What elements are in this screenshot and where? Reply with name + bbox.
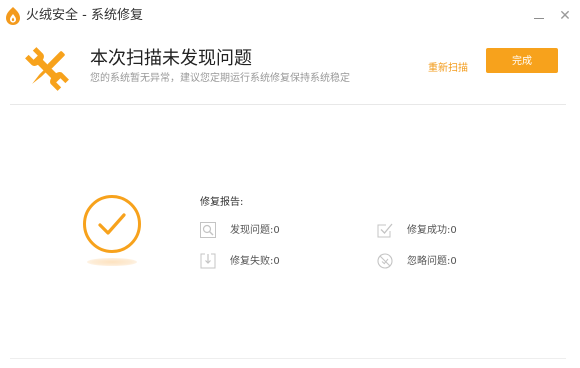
- result-headline: 本次扫描未发现问题: [90, 48, 252, 69]
- scan-result-header: 本次扫描未发现问题 您的系统暂无异常，建议您定期运行系统修复保持系统稳定 重新扫…: [0, 32, 580, 104]
- stat-success-label: 修复成功:0: [407, 225, 457, 236]
- tools-icon: [25, 47, 69, 91]
- download-icon: [200, 253, 216, 269]
- header-divider: [10, 104, 566, 105]
- minimize-icon[interactable]: [529, 6, 549, 26]
- success-icon-shadow: [87, 258, 137, 266]
- checkbox-icon: [377, 223, 393, 238]
- done-button[interactable]: 完成: [486, 48, 558, 73]
- title-bar: 火绒安全 - 系统修复 ✕: [0, 0, 580, 32]
- rescan-link[interactable]: 重新扫描: [428, 62, 468, 76]
- result-subtitle: 您的系统暂无异常，建议您定期运行系统修复保持系统稳定: [90, 73, 350, 84]
- success-check-icon: [83, 195, 141, 253]
- window-title: 火绒安全 - 系统修复: [26, 8, 143, 23]
- stat-ignored-label: 忽略问题:0: [407, 256, 457, 267]
- magnifier-icon: [200, 222, 216, 238]
- repair-report-title: 修复报告:: [200, 197, 244, 208]
- footer-divider: [10, 358, 566, 359]
- ignore-icon: [377, 253, 393, 269]
- stat-found-label: 发现问题:0: [230, 225, 280, 236]
- close-icon[interactable]: ✕: [555, 6, 575, 26]
- stat-failed-label: 修复失败:0: [230, 256, 280, 267]
- huorong-logo-icon: [6, 7, 20, 25]
